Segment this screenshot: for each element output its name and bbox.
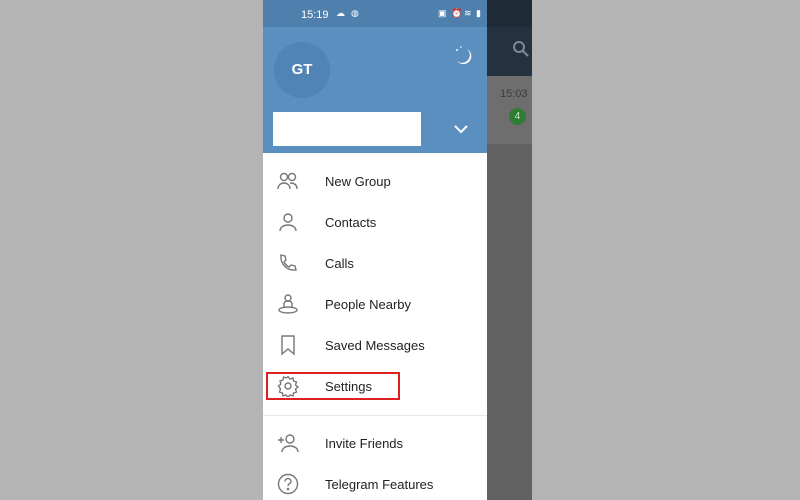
menu-item-label: Contacts [325,215,377,230]
cloud-icon: ☁ [336,8,345,18]
menu-item-label: Calls [325,256,354,271]
drawer-menu: New Group Contacts Calls People Nearby S… [263,161,487,500]
menu-item-people-nearby[interactable]: People Nearby [263,284,487,325]
alarm-icon: ⏰ [451,8,463,18]
person-icon [279,213,297,232]
avatar[interactable]: GT [274,42,330,98]
image-icon: ▣ [438,8,447,18]
search-icon[interactable] [512,40,530,58]
status-bar: 15:19 ☁ ◍ ▣ ⏰ ≋ ▮ [263,0,487,27]
add-person-icon [278,434,299,453]
drawer-header: GT [263,27,487,153]
menu-item-new-group[interactable]: New Group [263,161,487,202]
group-icon [277,172,298,190]
menu-item-label: Telegram Features [325,477,434,492]
phone-icon [280,254,297,271]
unread-badge: 4 [509,108,526,125]
navigation-drawer: 15:19 ☁ ◍ ▣ ⏰ ≋ ▮ GT New Group Contacts … [263,0,487,500]
status-bar-bg [487,0,532,27]
menu-item-contacts[interactable]: Contacts [263,202,487,243]
shield-icon: ◍ [351,8,359,18]
phone-screen: 15:03 4 15:19 ☁ ◍ ▣ ⏰ ≋ ▮ GT New Group C… [263,0,532,500]
menu-item-telegram-features[interactable]: Telegram Features [263,464,487,500]
people-nearby-icon [278,294,298,314]
chat-list-overlay[interactable] [487,145,532,500]
menu-item-label: Invite Friends [325,436,404,451]
menu-item-saved-messages[interactable]: Saved Messages [263,325,487,366]
settings-highlight-box [266,372,400,400]
menu-item-calls[interactable]: Calls [263,243,487,284]
chat-time: 15:03 [500,88,528,100]
night-mode-icon[interactable] [451,45,473,67]
wifi-icon: ≋ [464,8,472,18]
signal-icon: ▮ [476,8,481,18]
menu-item-label: Saved Messages [325,338,425,353]
status-time: 15:19 [301,9,329,21]
menu-item-label: People Nearby [325,297,411,312]
menu-item-invite-friends[interactable]: Invite Friends [263,423,487,464]
account-name [273,112,421,146]
menu-item-label: New Group [325,174,391,189]
chevron-down-icon[interactable] [453,123,469,135]
menu-divider [263,415,487,416]
question-icon [277,473,299,495]
bookmark-icon [281,335,295,356]
chat-list-item[interactable] [487,76,532,145]
